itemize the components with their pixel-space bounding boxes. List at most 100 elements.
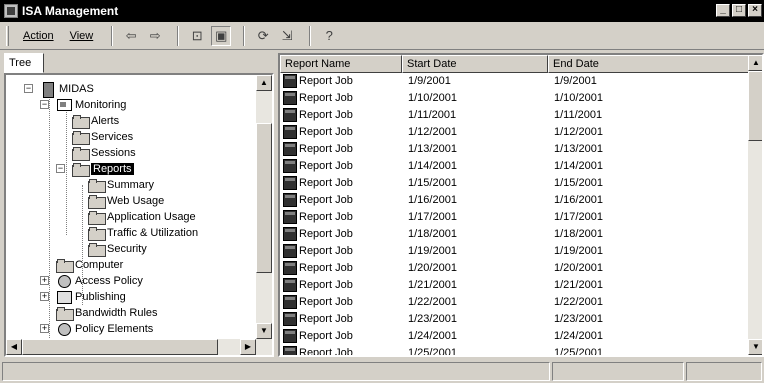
collapse-icon[interactable]: − [56,164,65,173]
toolbar-grip[interactable] [6,25,9,46]
list-row[interactable]: Report Job 1/12/2001 1/12/2001 [280,124,750,141]
tree-item-label: Monitoring [75,99,127,111]
list-row[interactable]: Report Job 1/21/2001 1/21/2001 [280,277,750,294]
toolbar: Action View ⇦ ⇨ ⊡ ▣ ⟳ ⇲ ? [0,22,764,50]
tree-item[interactable]: MIDAS [40,81,94,98]
help-icon[interactable]: ? [319,26,339,46]
report-name-cell: Report Job [299,177,353,189]
report-name-cell: Report Job [299,75,353,87]
collapse-icon[interactable]: − [24,84,33,93]
tree-item[interactable]: Publishing [56,289,126,305]
start-date-cell: 1/10/2001 [408,92,457,104]
close-button[interactable]: × [748,4,762,17]
tree-horizontal-scrollbar[interactable]: ◀ ▶ [6,339,272,355]
list-row[interactable]: Report Job 1/20/2001 1/20/2001 [280,260,750,277]
maximize-button[interactable]: □ [732,4,746,17]
back-arrow-icon[interactable]: ⇦ [121,26,141,46]
list-row[interactable]: Report Job 1/22/2001 1/22/2001 [280,294,750,311]
minimize-button[interactable]: _ [716,4,730,17]
report-name-cell: Report Job [299,194,353,206]
tree-item[interactable]: Alerts [72,113,119,129]
column-header-start-date[interactable]: Start Date [402,55,548,73]
scroll-right-icon[interactable]: ▶ [240,339,256,355]
report-job-icon [283,346,297,355]
report-job-icon [283,91,297,105]
folder-icon [88,179,106,193]
list-row[interactable]: Report Job 1/25/2001 1/25/2001 [280,345,750,355]
view-menu[interactable]: View [64,28,100,44]
report-job-icon [283,244,297,258]
start-date-cell: 1/9/2001 [408,75,451,87]
tree-item[interactable]: Monitoring [56,97,126,113]
report-name-cell: Report Job [299,211,353,223]
expand-icon[interactable]: + [40,292,49,301]
scroll-down-icon[interactable]: ▼ [256,323,272,339]
forward-arrow-icon[interactable]: ⇨ [145,26,165,46]
report-job-icon [283,261,297,275]
list-row[interactable]: Report Job 1/23/2001 1/23/2001 [280,311,750,328]
report-job-icon [283,142,297,156]
list-row[interactable]: Report Job 1/17/2001 1/17/2001 [280,209,750,226]
start-date-cell: 1/15/2001 [408,177,457,189]
tree-item[interactable]: Access Policy [56,273,143,289]
list-vertical-scrollbar[interactable]: ▲ ▼ [748,55,762,355]
list-row[interactable]: Report Job 1/14/2001 1/14/2001 [280,158,750,175]
list-scroll-thumb[interactable] [748,71,762,141]
tree-item[interactable]: Policy Elements [56,321,153,337]
tree-item[interactable]: Summary [88,177,154,193]
folder-icon [88,211,106,225]
scroll-up-icon[interactable]: ▲ [748,55,762,71]
end-date-cell: 1/24/2001 [554,330,603,342]
tree-item[interactable]: Web Usage [88,193,164,209]
expand-icon[interactable]: + [40,276,49,285]
folder-icon [56,259,74,273]
tree-item-label: Alerts [91,115,120,127]
tree-item[interactable]: Bandwidth Rules [56,305,158,321]
collapse-icon[interactable]: − [40,100,49,109]
report-job-icon [283,193,297,207]
tree-item-label: Application Usage [107,211,196,223]
tree-item-label: MIDAS [59,83,94,95]
list-row[interactable]: Report Job 1/10/2001 1/10/2001 [280,90,750,107]
list-row[interactable]: Report Job 1/11/2001 1/11/2001 [280,107,750,124]
scroll-down-icon[interactable]: ▼ [748,339,762,355]
tree-item[interactable]: Sessions [72,145,136,161]
list-row[interactable]: Report Job 1/16/2001 1/16/2001 [280,192,750,209]
list-row[interactable]: Report Job 1/13/2001 1/13/2001 [280,141,750,158]
tree-item[interactable]: Services [72,129,133,145]
action-menu[interactable]: Action [17,28,60,44]
up-folder-icon[interactable]: ⊡ [187,26,207,46]
folder-open-icon [72,163,90,177]
scroll-left-icon[interactable]: ◀ [6,339,22,355]
tree-item[interactable]: Application Usage [88,209,196,225]
refresh-icon[interactable]: ⟳ [253,26,273,46]
report-job-icon [283,176,297,190]
tree-item[interactable]: Reports [72,161,134,177]
tab-tree[interactable]: Tree [4,53,44,73]
list-row[interactable]: Report Job 1/19/2001 1/19/2001 [280,243,750,260]
tree-hscroll-thumb[interactable] [22,339,218,355]
column-header-report-name[interactable]: Report Name [280,55,402,73]
tree-view: ▲ ▼ ◀ ▶ − MIDAS − Monitoring Alerts Services S… [4,73,274,357]
report-name-cell: Report Job [299,296,353,308]
list-row[interactable]: Report Job 1/18/2001 1/18/2001 [280,226,750,243]
tree-vertical-scrollbar[interactable]: ▲ ▼ [256,75,272,339]
show-tree-icon[interactable]: ▣ [211,25,232,46]
tree-item-label: Bandwidth Rules [75,307,158,319]
list-row[interactable]: Report Job 1/15/2001 1/15/2001 [280,175,750,192]
tree-pane: Tree ▲ ▼ ◀ ▶ − MIDAS − Monitoring Alerts Serv… [4,53,274,357]
tree-item[interactable]: Computer [56,257,123,273]
report-name-cell: Report Job [299,330,353,342]
list-row[interactable]: Report Job 1/9/2001 1/9/2001 [280,73,750,90]
title-bar[interactable]: ISA Management _ □ × [0,0,764,22]
start-date-cell: 1/19/2001 [408,245,457,257]
export-list-icon[interactable]: ⇲ [277,26,297,46]
tree-item[interactable]: Traffic & Utilization [88,225,198,241]
tree-item-label: Reports [91,163,134,175]
expand-icon[interactable]: + [40,324,49,333]
list-row[interactable]: Report Job 1/24/2001 1/24/2001 [280,328,750,345]
scroll-up-icon[interactable]: ▲ [256,75,272,91]
tree-scroll-thumb[interactable] [256,123,272,273]
tree-item[interactable]: Security [88,241,147,257]
column-header-end-date[interactable]: End Date [548,55,754,73]
